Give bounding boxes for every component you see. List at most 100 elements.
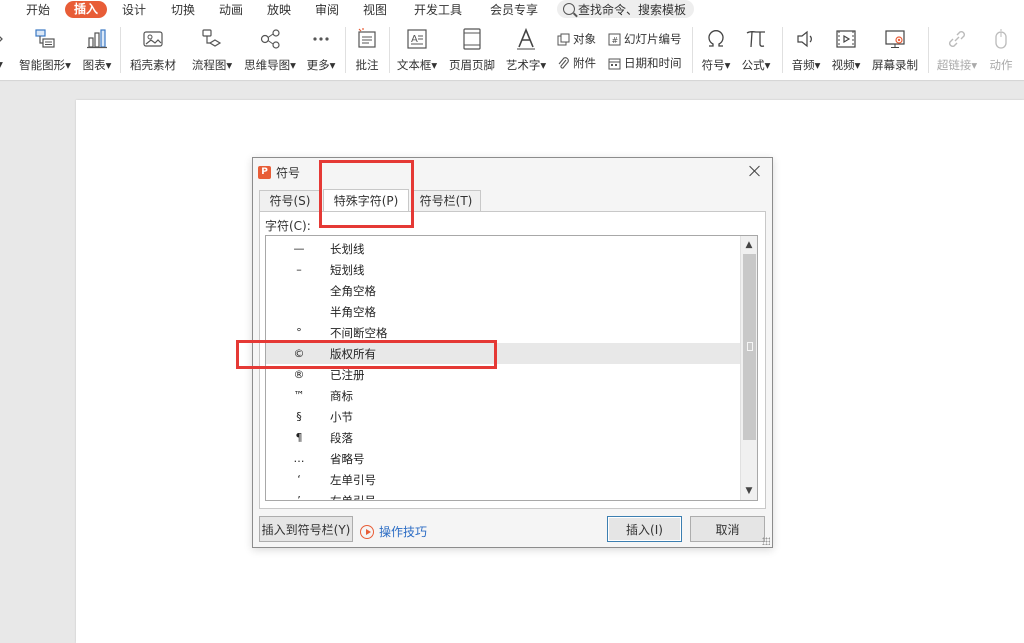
slide-number-button[interactable]: # 幻灯片编号 bbox=[607, 31, 682, 47]
link-icon bbox=[945, 27, 969, 51]
datetime-button[interactable]: 日期和时间 bbox=[607, 55, 682, 71]
audio-button[interactable]: 音频▾ bbox=[788, 19, 824, 81]
tips-label: 操作技巧 bbox=[379, 525, 428, 539]
video-label: 视频 bbox=[831, 58, 855, 72]
tab-symbol-bar[interactable]: 符号栏(T) bbox=[411, 190, 481, 212]
comment-icon bbox=[355, 27, 379, 51]
wordart-icon bbox=[514, 27, 538, 51]
audio-label: 音频 bbox=[791, 58, 815, 72]
list-item[interactable]: 全角空格 bbox=[266, 280, 740, 301]
menu-home[interactable]: 开始 bbox=[26, 1, 50, 18]
slide-number-label: 幻灯片编号 bbox=[624, 32, 682, 46]
list-item[interactable]: — 长划线 bbox=[266, 238, 740, 259]
play-icon bbox=[360, 524, 374, 539]
search-placeholder: 查找命令、搜索模板 bbox=[578, 2, 687, 17]
list-item[interactable]: ¶ 段落 bbox=[266, 427, 740, 448]
dialog-title: 符号 bbox=[276, 165, 301, 180]
symbol-label: 符号 bbox=[701, 58, 725, 72]
screen-record-button[interactable]: 屏幕录制 bbox=[868, 19, 922, 81]
wps-presentation-icon: P bbox=[258, 165, 271, 179]
tips-link[interactable]: 操作技巧 bbox=[360, 523, 427, 540]
tab-symbols[interactable]: 符号(S) bbox=[259, 190, 321, 212]
partial-shape-icon bbox=[0, 27, 12, 51]
scrollbar-thumb[interactable] bbox=[743, 254, 756, 440]
pi-icon bbox=[744, 27, 768, 51]
materials-label: 稻壳素材 bbox=[130, 58, 176, 72]
annotation-highlight-tab bbox=[319, 160, 414, 228]
object-icon bbox=[556, 32, 570, 46]
screen-record-label: 屏幕录制 bbox=[872, 58, 918, 72]
mindmap-button[interactable]: 思维导图▾ bbox=[241, 19, 299, 81]
smartart-label: 智能图形 bbox=[19, 58, 66, 72]
menu-insert[interactable]: 插入 bbox=[65, 1, 108, 18]
insert-button[interactable]: 插入(I) bbox=[607, 516, 682, 542]
list-item[interactable]: ™ 商标 bbox=[266, 385, 740, 406]
smartart-icon bbox=[33, 27, 57, 51]
search-icon bbox=[563, 3, 575, 15]
list-scrollbar[interactable]: ▲ ▼ bbox=[740, 236, 757, 500]
action-button[interactable]: 动作 bbox=[986, 19, 1016, 81]
speaker-icon bbox=[794, 27, 818, 51]
comment-label: 批注 bbox=[355, 58, 379, 72]
menu-view[interactable]: 视图 bbox=[363, 1, 387, 18]
flowchart-icon bbox=[200, 27, 224, 51]
slide-number-icon: # bbox=[607, 32, 621, 46]
annotation-highlight-copyright bbox=[236, 340, 497, 369]
textbox-button[interactable]: A 文本框▾ bbox=[394, 19, 440, 81]
more-icon bbox=[309, 27, 333, 51]
chevron-up-icon[interactable]: ▲ bbox=[741, 237, 757, 253]
menu-developer[interactable]: 开发工具 bbox=[414, 1, 462, 18]
menu-transition[interactable]: 切换 bbox=[171, 1, 195, 18]
docer-materials-button[interactable]: 稻壳素材 bbox=[128, 19, 178, 81]
flowchart-button[interactable]: 流程图▾ bbox=[187, 19, 237, 81]
formula-button[interactable]: 公式▾ bbox=[738, 19, 774, 81]
chevron-down-icon[interactable]: ▼ bbox=[741, 483, 757, 499]
resize-grip[interactable] bbox=[762, 537, 770, 545]
header-footer-label: 页眉页脚 bbox=[449, 58, 495, 72]
comment-button[interactable]: 批注 bbox=[351, 19, 383, 81]
attachment-label: 附件 bbox=[573, 56, 596, 70]
smartart-button[interactable]: 智能图形▾ bbox=[16, 19, 74, 81]
menu-review[interactable]: 审阅 bbox=[315, 1, 339, 18]
menu-slideshow[interactable]: 放映 bbox=[267, 1, 291, 18]
mindmap-icon bbox=[258, 27, 282, 51]
ribbon-separator bbox=[928, 27, 929, 73]
hyperlink-button[interactable]: 超链接▾ bbox=[934, 19, 980, 81]
more-button[interactable]: 更多▾ bbox=[303, 19, 339, 81]
list-item[interactable]: ‘左单引号 bbox=[266, 469, 740, 490]
hyperlink-label: 超链接 bbox=[936, 58, 972, 72]
ribbon-separator bbox=[345, 27, 346, 73]
insert-to-symbol-bar-button[interactable]: 插入到符号栏(Y) bbox=[259, 516, 353, 542]
svg-text:#: # bbox=[611, 36, 618, 45]
paperclip-icon bbox=[556, 56, 570, 70]
more-label: 更多 bbox=[306, 58, 330, 72]
close-icon[interactable] bbox=[748, 164, 762, 178]
list-item[interactable]: ’ 右单引号 bbox=[266, 490, 740, 501]
textbox-icon: A bbox=[405, 27, 429, 51]
list-item[interactable]: – 短划线 bbox=[266, 259, 740, 280]
menu-animation[interactable]: 动画 bbox=[219, 1, 243, 18]
cancel-button[interactable]: 取消 bbox=[690, 516, 765, 542]
flowchart-label: 流程图 bbox=[191, 58, 227, 72]
list-item[interactable]: § 小节 bbox=[266, 406, 740, 427]
datetime-label: 日期和时间 bbox=[624, 56, 682, 70]
wordart-label: 艺术字 bbox=[505, 58, 541, 72]
header-footer-button[interactable]: 页眉页脚 bbox=[447, 19, 497, 81]
ribbon-separator bbox=[692, 27, 693, 73]
menu-member[interactable]: 会员专享 bbox=[490, 1, 538, 18]
list-item[interactable]: 半角空格 bbox=[266, 301, 740, 322]
object-button[interactable]: 对象 bbox=[556, 31, 596, 47]
action-label: 动作 bbox=[989, 58, 1013, 72]
partial-ribbon-button[interactable]: ▾ bbox=[0, 19, 6, 81]
chart-button[interactable]: 图表▾ bbox=[79, 19, 115, 81]
symbol-button[interactable]: 符号▾ bbox=[698, 19, 734, 81]
command-search[interactable]: 查找命令、搜索模板 bbox=[557, 0, 694, 18]
wordart-button[interactable]: 艺术字▾ bbox=[503, 19, 549, 81]
video-button[interactable]: 视频▾ bbox=[828, 19, 864, 81]
menu-design[interactable]: 设计 bbox=[122, 1, 146, 18]
omega-icon bbox=[704, 27, 728, 51]
attachment-button[interactable]: 附件 bbox=[556, 55, 596, 71]
scrollbar-grip bbox=[747, 342, 753, 351]
list-item[interactable]: … 省略号 bbox=[266, 448, 740, 469]
chart-label: 图表 bbox=[82, 58, 106, 72]
